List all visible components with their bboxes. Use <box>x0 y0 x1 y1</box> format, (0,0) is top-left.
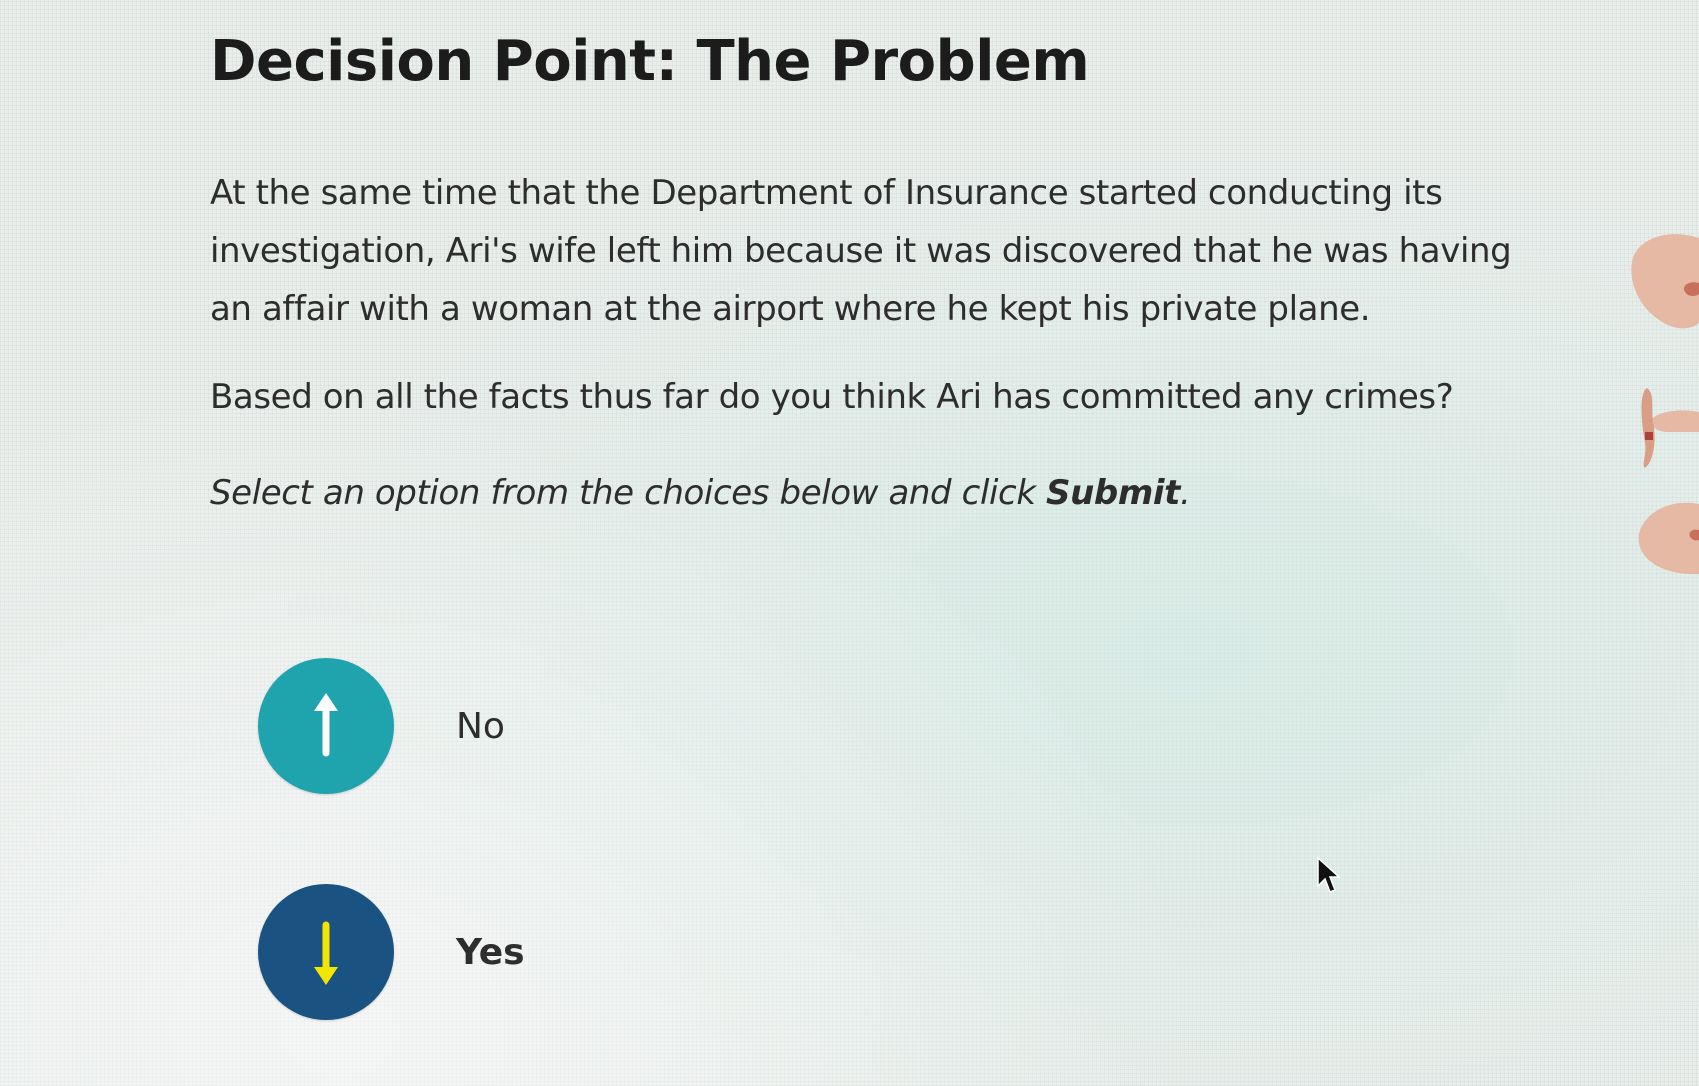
option-no[interactable]: No <box>258 658 505 794</box>
scenario-paragraph: At the same time that the Department of … <box>210 173 1512 329</box>
option-yes-label: Yes <box>456 931 525 973</box>
option-no-label: No <box>456 705 505 747</box>
instruction-suffix: . <box>1180 473 1191 513</box>
hand-illustration-top <box>1631 234 1699 329</box>
instruction-text: Select an option from the choices below … <box>210 464 1570 522</box>
option-yes-radio[interactable] <box>258 884 394 1020</box>
decision-content: Decision Point: The Problem At the same … <box>210 26 1570 522</box>
question-paragraph: Based on all the facts thus far do you t… <box>210 377 1454 417</box>
instruction-submit-emphasis: Submit <box>1046 473 1180 513</box>
arrow-up-icon <box>314 693 338 757</box>
hand-illustration-middle <box>1641 388 1699 468</box>
page-title: Decision Point: The Problem <box>210 29 1090 94</box>
option-no-radio[interactable] <box>258 658 394 794</box>
hand-illustration-bottom <box>1638 502 1699 575</box>
option-yes[interactable]: Yes <box>258 884 525 1020</box>
instruction-prefix: Select an option from the choices below … <box>210 473 1047 513</box>
mouse-cursor-icon <box>1317 856 1341 893</box>
arrow-down-icon <box>314 921 338 985</box>
